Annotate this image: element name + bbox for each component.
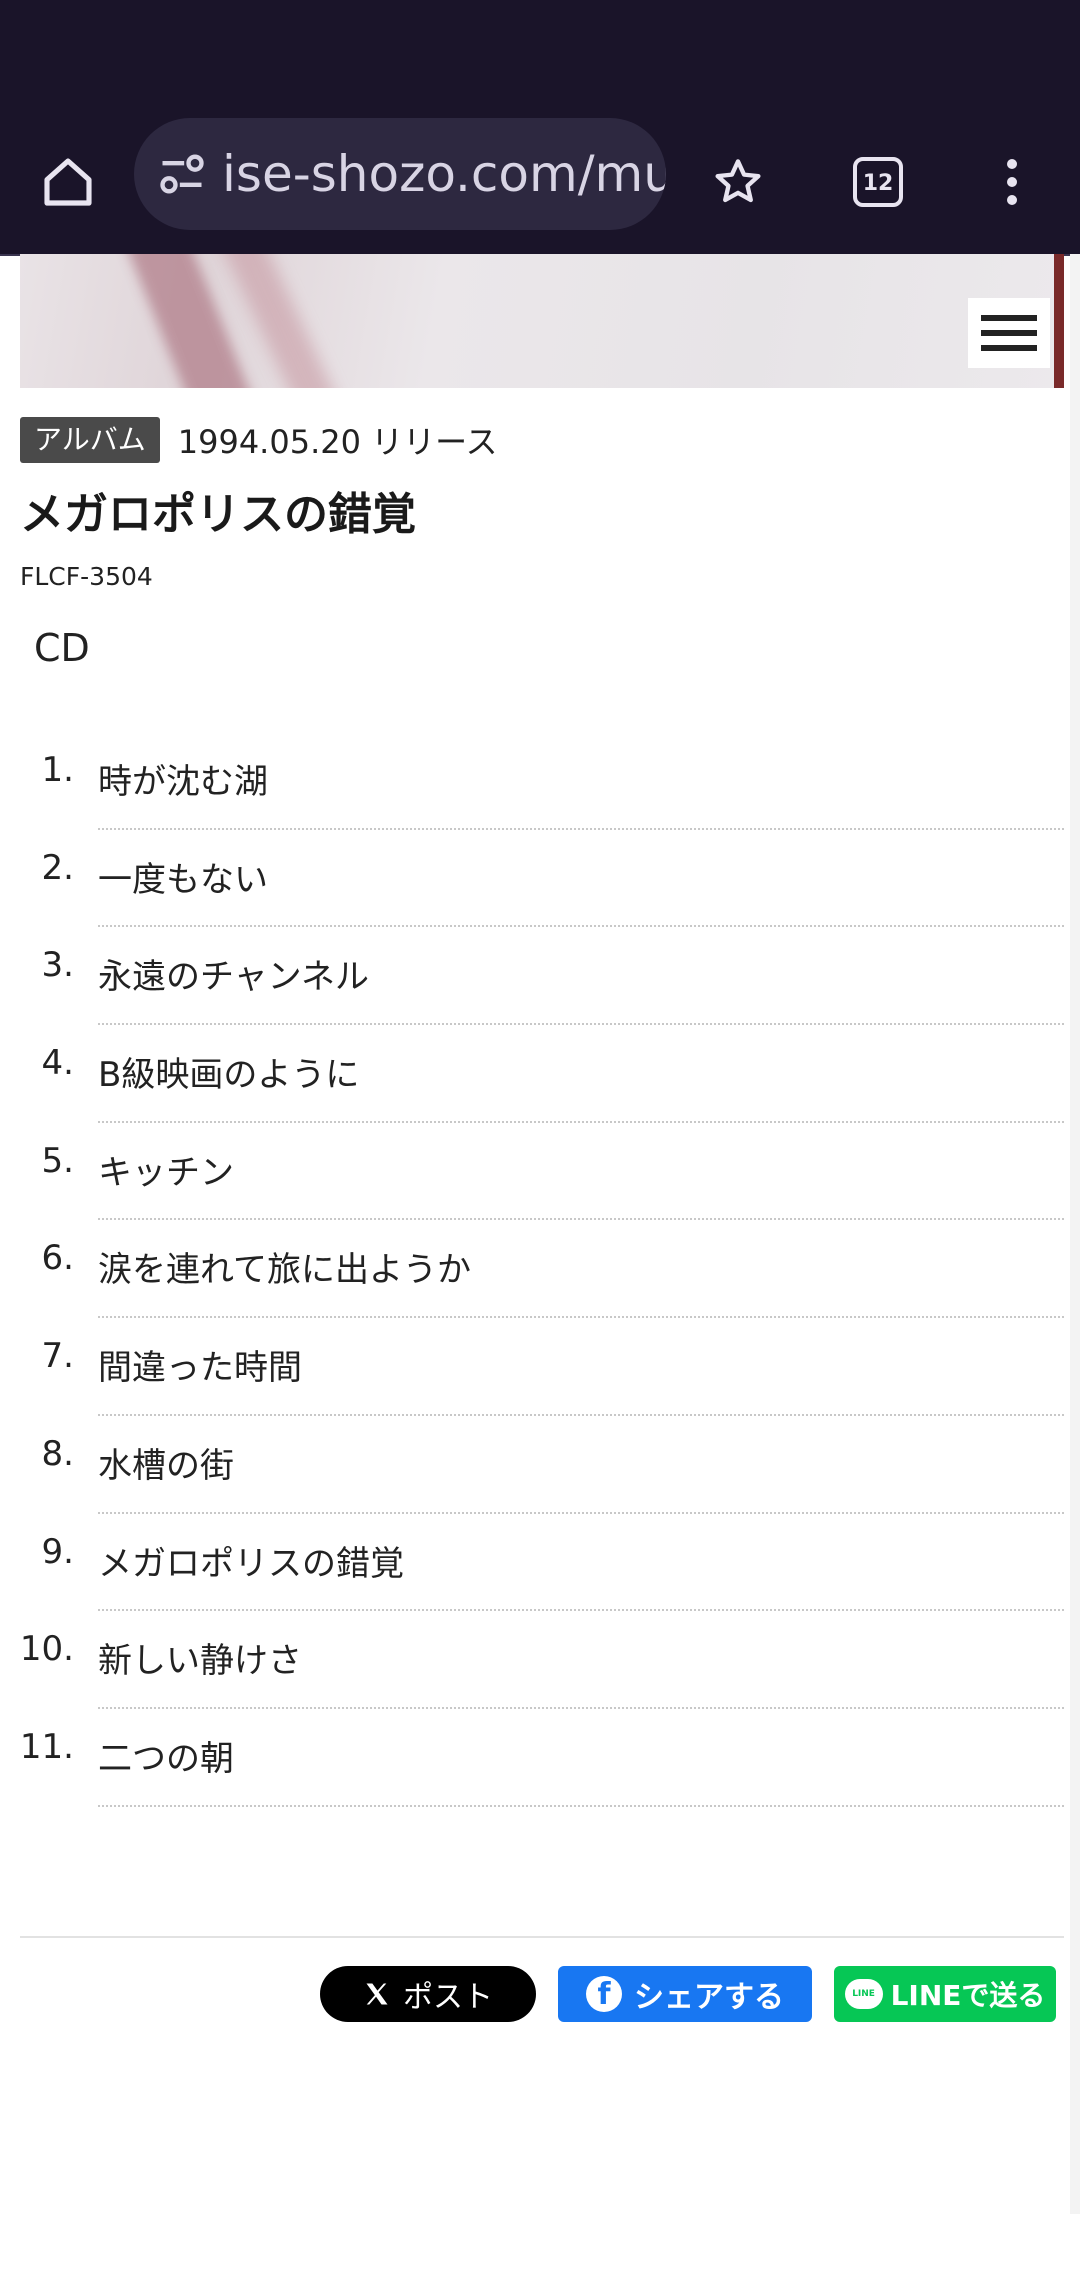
hamburger-bar [981, 330, 1037, 336]
tab-switcher-button[interactable]: 12 [836, 140, 920, 224]
track-item: 10. 新しい静けさ [0, 1611, 1080, 1709]
x-post-label: ポスト [403, 1980, 493, 2015]
track-number: 3. [41, 945, 74, 986]
section-divider [20, 1936, 1064, 1938]
facebook-icon: f [586, 1976, 622, 2012]
url-text[interactable]: ise-shozo.com/mu [222, 118, 666, 230]
hamburger-bar [981, 345, 1037, 351]
site-info-icon[interactable] [156, 148, 208, 200]
track-number: 6. [41, 1238, 74, 1279]
bookmark-button[interactable] [696, 140, 780, 224]
track-list: 1. 時が沈む湖 2. 一度もない 3. 永遠のチャンネル 4. B級映画のように 5.… [0, 732, 1080, 1807]
track-item: 8. 水槽の街 [0, 1416, 1080, 1514]
track-item: 2. 一度もない [0, 830, 1080, 928]
track-item: 11. 二つの朝 [0, 1709, 1080, 1807]
track-number: 9. [41, 1531, 74, 1572]
track-title: B級映画のように [98, 1055, 360, 1096]
more-vert-icon [1007, 159, 1017, 205]
facebook-share-button[interactable]: f シェアする [558, 1966, 812, 2022]
overflow-menu-button[interactable] [970, 140, 1054, 224]
release-date: 1994.05.20 リリース [177, 423, 498, 461]
track-item: 4. B級映画のように [0, 1025, 1080, 1123]
hamburger-menu-button[interactable] [968, 298, 1050, 368]
track-number: 4. [41, 1043, 74, 1084]
facebook-share-label: シェアする [634, 1980, 784, 2015]
tabs-icon: 12 [853, 157, 903, 207]
catalog-number: FLCF-3504 [20, 562, 153, 591]
track-title: 涙を連れて旅に出ようか [98, 1250, 471, 1291]
track-number: 5. [41, 1140, 74, 1181]
home-button[interactable] [26, 140, 110, 224]
track-title: 水槽の街 [98, 1445, 234, 1486]
page-scrollbar[interactable] [1070, 254, 1080, 2214]
browser-toolbar: ise-shozo.com/mu 12 [0, 110, 1080, 256]
track-number: 7. [41, 1336, 74, 1377]
track-title: メガロポリスの錯覚 [98, 1543, 404, 1584]
track-number: 10. [19, 1629, 74, 1670]
track-item: 7. 間違った時間 [0, 1318, 1080, 1416]
track-item: 5. キッチン [0, 1123, 1080, 1221]
star-icon [715, 159, 761, 203]
track-title: キッチン [98, 1152, 234, 1193]
track-title: 一度もない [98, 859, 268, 900]
album-title: メガロポリスの錯覚 [20, 489, 416, 540]
album-header-image [20, 254, 1064, 388]
track-number: 1. [41, 750, 74, 790]
x-logo-icon [366, 1983, 388, 2005]
home-icon [44, 158, 92, 206]
status-bar [0, 0, 1080, 110]
track-number: 11. [19, 1726, 74, 1767]
track-title: 間違った時間 [98, 1348, 302, 1389]
track-title: 新しい静けさ [98, 1641, 302, 1682]
address-bar[interactable]: ise-shozo.com/mu [134, 118, 666, 230]
hamburger-bar [981, 315, 1037, 321]
tab-count: 12 [863, 171, 894, 196]
album-meta: アルバム 1994.05.20 リリース [20, 416, 498, 464]
track-number: 2. [41, 847, 74, 888]
line-icon: LINE [844, 1979, 883, 2009]
track-item: 1. 時が沈む湖 [0, 732, 1080, 830]
media-format: CD [34, 626, 90, 670]
track-title: 時が沈む湖 [98, 762, 268, 802]
track-item: 6. 涙を連れて旅に出ようか [0, 1220, 1080, 1319]
track-title: 二つの朝 [98, 1738, 234, 1779]
release-type-badge: アルバム [20, 417, 160, 463]
track-item: 9. メガロポリスの錯覚 [0, 1514, 1080, 1612]
line-send-label: LINEで送る [890, 1979, 1046, 2012]
track-title: 永遠のチャンネル [98, 957, 369, 998]
x-post-button[interactable]: ポスト [320, 1966, 536, 2022]
track-item: 3. 永遠のチャンネル [0, 927, 1080, 1026]
track-number: 8. [41, 1433, 74, 1474]
line-send-button[interactable]: LINE LINEで送る [834, 1966, 1056, 2022]
